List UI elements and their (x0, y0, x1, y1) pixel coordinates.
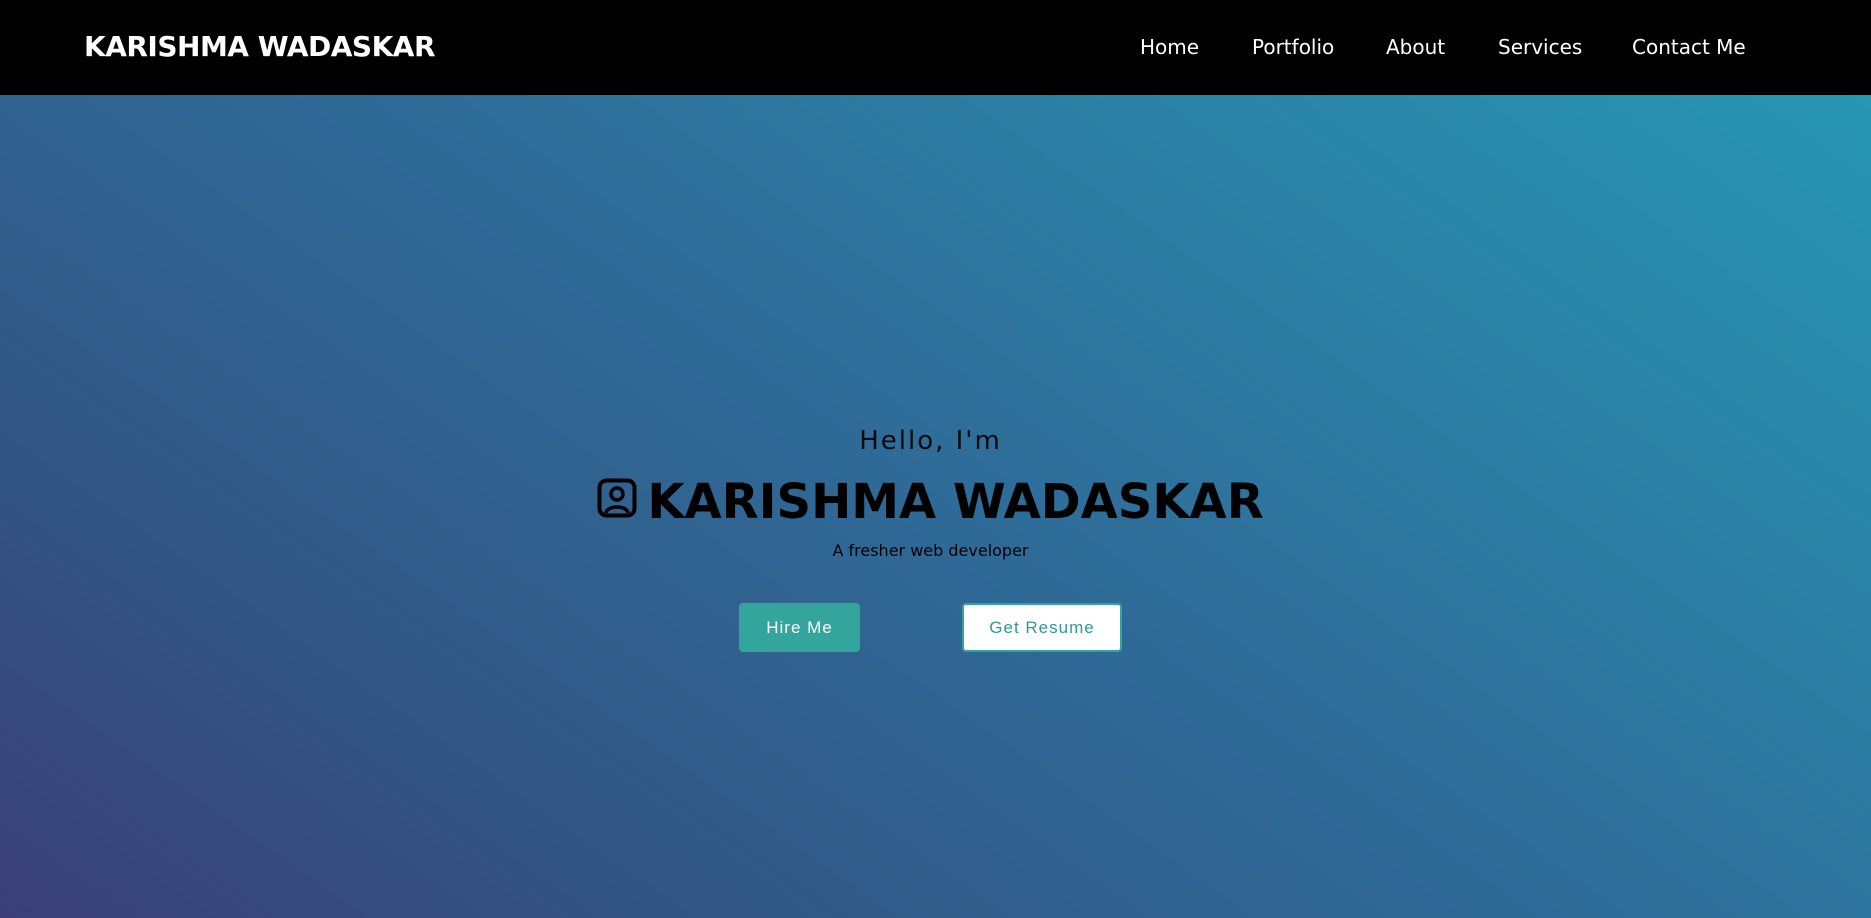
person-badge-icon (597, 478, 637, 518)
hero-tagline: A fresher web developer (832, 541, 1029, 560)
nav-link-services[interactable]: Services (1498, 34, 1582, 60)
nav-link-about[interactable]: About (1386, 34, 1445, 60)
get-resume-button[interactable]: Get Resume (962, 603, 1122, 652)
hero-section: Hello, I'm KARISHMA WADASKAR A fresher w… (0, 95, 1871, 918)
hero-name: KARISHMA WADASKAR (647, 473, 1264, 530)
hire-me-button[interactable]: Hire Me (739, 603, 860, 652)
portfolio-page: KARISHMA WADASKAR Home Portfolio About S… (0, 0, 1871, 918)
nav-link-portfolio[interactable]: Portfolio (1252, 34, 1334, 60)
navbar: KARISHMA WADASKAR Home Portfolio About S… (0, 0, 1871, 95)
nav-link-contact-me[interactable]: Contact Me (1632, 34, 1746, 60)
nav-link-home[interactable]: Home (1140, 34, 1199, 60)
hero-name-row: KARISHMA WADASKAR (0, 471, 1861, 531)
brand-logo[interactable]: KARISHMA WADASKAR (84, 28, 436, 66)
hero-greeting: Hello, I'm (859, 426, 1002, 456)
